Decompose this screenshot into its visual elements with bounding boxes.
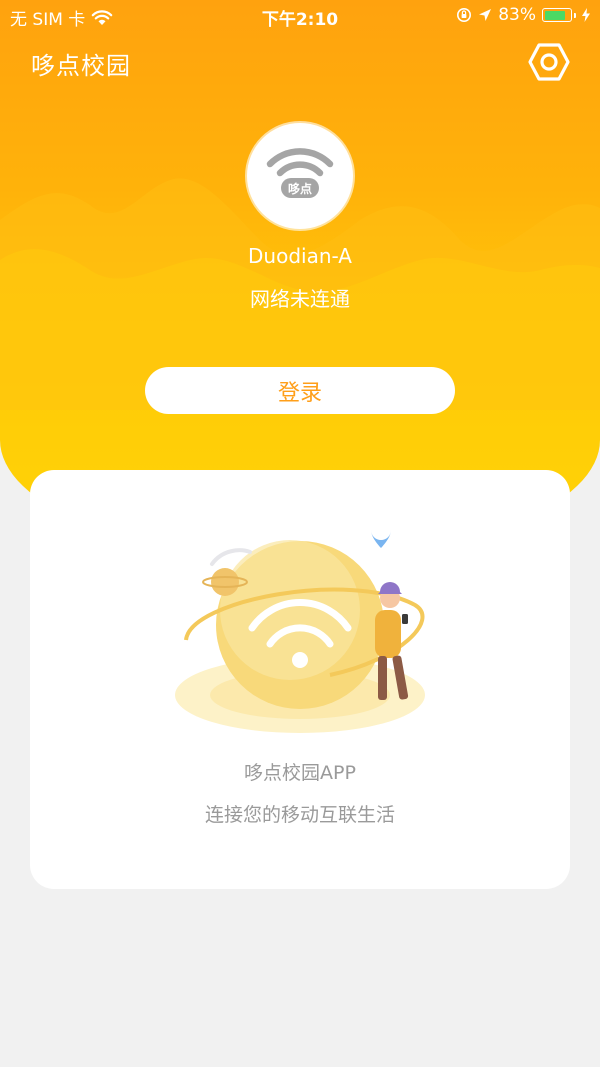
logo-label: 哆点 [288, 181, 312, 196]
promo-card: 哆点校园APP 连接您的移动互联生活 [30, 470, 570, 889]
battery-cap [574, 12, 576, 18]
orientation-lock-icon [457, 8, 472, 22]
page-title: 哆点校园 [31, 52, 131, 80]
globe-illustration [175, 524, 425, 733]
network-ssid: Duodian-A [248, 244, 352, 268]
battery-fill [544, 10, 565, 20]
promo-title: 哆点校园APP [244, 762, 356, 784]
charging-icon [582, 8, 590, 22]
settings-button[interactable] [528, 42, 570, 82]
status-bar: 无 SIM 卡 下午2:10 83% [0, 0, 600, 32]
wifi-logo-icon: 哆点 [266, 148, 334, 198]
network-logo: 哆点 [247, 123, 353, 229]
promo-subtitle: 连接您的移动互联生活 [204, 804, 395, 826]
login-button[interactable]: 登录 [145, 367, 455, 414]
status-right: 83% [456, 5, 590, 25]
network-status: 网络未连通 [250, 287, 350, 311]
gear-icon [528, 43, 570, 81]
location-icon [479, 9, 492, 21]
battery-icon [542, 8, 572, 22]
battery-percent: 83% [498, 5, 536, 25]
